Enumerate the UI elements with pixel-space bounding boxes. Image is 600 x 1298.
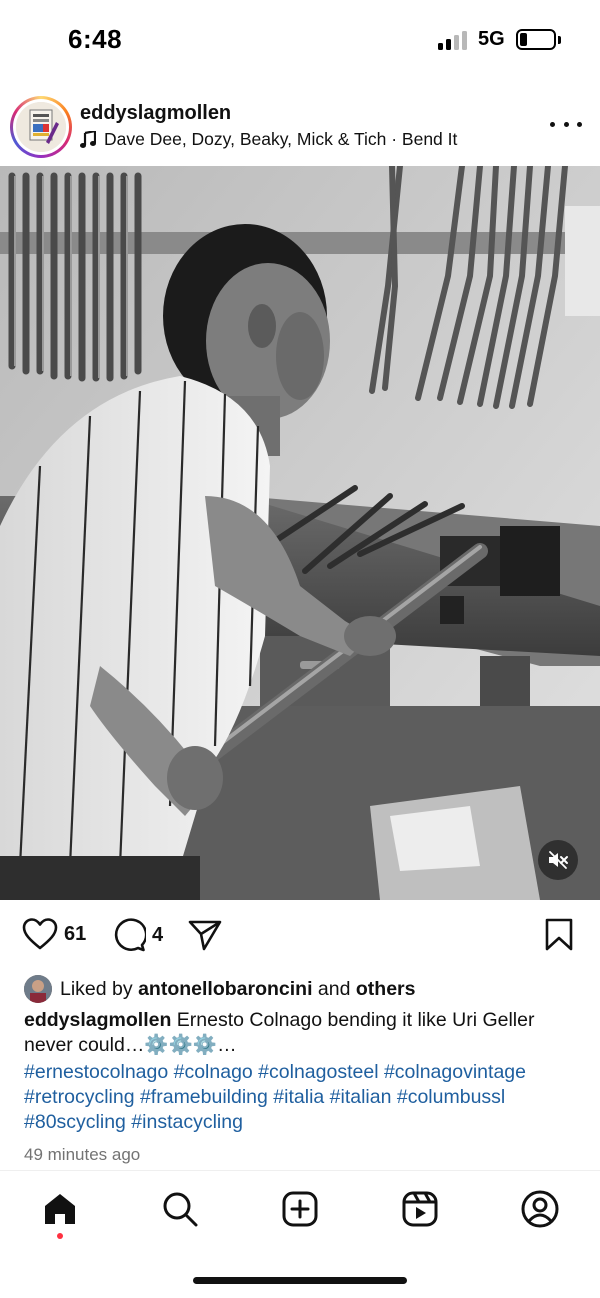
- avatar: [16, 102, 66, 152]
- network-label: 5G: [478, 28, 505, 50]
- post-photo[interactable]: [0, 166, 600, 900]
- status-time: 6:48: [68, 24, 123, 54]
- liked-by-and: and: [317, 977, 351, 1000]
- liked-by[interactable]: Liked by antonellobaroncini and others: [24, 974, 416, 1004]
- caption-hashtags[interactable]: #ernestocolnago #colnago #colnagosteel #…: [24, 1060, 584, 1135]
- like-count[interactable]: 61: [64, 923, 86, 946]
- post-username[interactable]: eddyslagmollen: [80, 102, 231, 125]
- liked-by-user[interactable]: antonellobaroncini: [138, 978, 312, 1001]
- heart-icon[interactable]: [22, 918, 58, 950]
- share-icon[interactable]: [188, 918, 222, 952]
- reels-icon[interactable]: [400, 1189, 440, 1229]
- home-icon[interactable]: [40, 1189, 80, 1229]
- notification-dot: [57, 1233, 63, 1239]
- caption: eddyslagmollen Ernesto Colnago bending i…: [24, 1008, 584, 1058]
- share-action: [188, 918, 222, 952]
- comment-count[interactable]: 4: [152, 924, 163, 947]
- like-action: 61: [22, 918, 86, 950]
- story-avatar[interactable]: [10, 96, 72, 158]
- action-row: 61 4: [0, 912, 600, 962]
- battery-cap: [558, 36, 561, 44]
- mute-icon[interactable]: [538, 840, 578, 880]
- more-icon[interactable]: [550, 112, 582, 136]
- battery-icon: [516, 29, 556, 50]
- create-icon[interactable]: [280, 1189, 320, 1229]
- post-timestamp: 49 minutes ago: [24, 1145, 141, 1164]
- search-icon[interactable]: [160, 1189, 200, 1229]
- status-bar: 6:48 5G: [0, 0, 600, 80]
- comment-action: 4: [112, 918, 163, 952]
- comment-icon[interactable]: [112, 918, 146, 952]
- caption-username[interactable]: eddyslagmollen: [24, 1009, 171, 1031]
- liked-by-others[interactable]: others: [356, 978, 416, 1001]
- liker-avatar: [24, 975, 52, 1003]
- home-indicator: [193, 1277, 407, 1284]
- audio-track-label: Dave Dee, Dozy, Beaky, Mick & Tich · Ben…: [104, 129, 458, 149]
- profile-icon[interactable]: [520, 1189, 560, 1229]
- signal-icon: [438, 30, 468, 50]
- bookmark-icon[interactable]: [544, 918, 574, 952]
- post-header: eddyslagmollen Dave Dee, Dozy, Beaky, Mi…: [0, 90, 600, 166]
- liked-by-prefix: Liked by: [60, 977, 133, 1000]
- bottom-nav: [0, 1170, 600, 1250]
- music-note-icon: [80, 130, 96, 148]
- audio-track[interactable]: Dave Dee, Dozy, Beaky, Mick & Tich · Ben…: [80, 129, 457, 150]
- save-action: [544, 918, 574, 952]
